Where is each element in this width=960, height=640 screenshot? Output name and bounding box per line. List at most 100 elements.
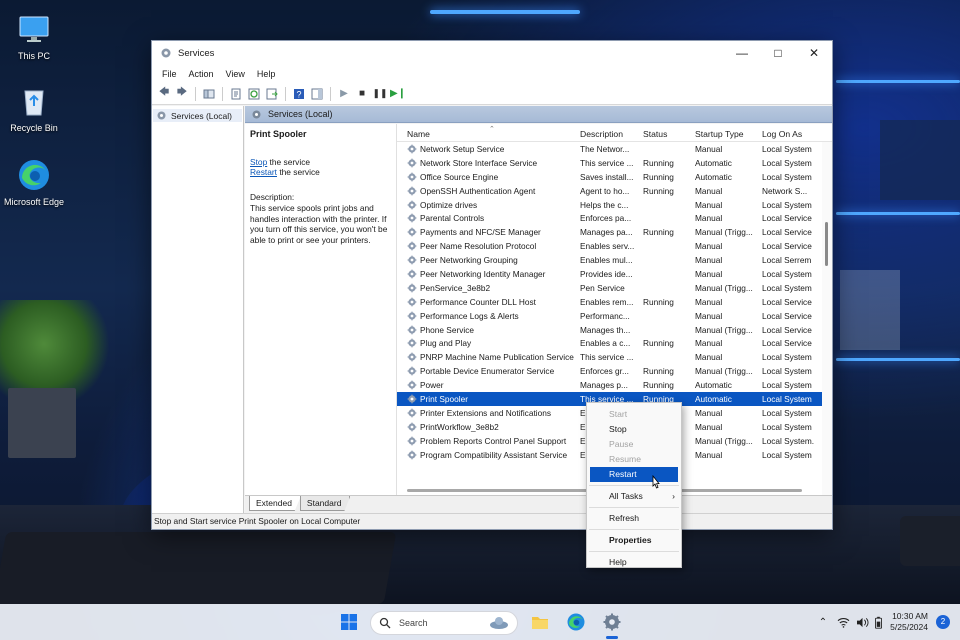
start-windows-icon[interactable] [339,612,359,632]
notification-badge[interactable]: 2 [936,615,950,629]
minimize-button[interactable]: — [724,41,760,65]
table-row[interactable]: Peer Networking Identity Manager Provides… [397,267,832,281]
table-row[interactable]: Performance Counter DLL Host Enables rem.… [397,295,832,309]
show-hide-action-pane-icon[interactable] [309,86,325,102]
table-row[interactable]: Phone Service Manages th... Manual (Trigg.… [397,323,832,337]
help-icon[interactable]: ? [291,86,307,102]
battery-icon[interactable] [875,616,883,629]
properties-icon[interactable] [228,86,244,102]
restart-action-line: Restart the service [250,167,391,178]
table-row[interactable]: Portable Device Enumerator Service Enforc… [397,364,832,378]
tab-standard[interactable]: Standard [299,496,351,511]
menu-file[interactable]: File [156,69,183,79]
back-arrow-icon[interactable]: 🡄 [156,86,172,102]
menu-item-resume: Resume [587,452,681,467]
menu-view[interactable]: View [220,69,251,79]
maximize-button[interactable]: □ [760,41,796,65]
taskbar-search[interactable]: Search [370,611,518,635]
column-header-name[interactable]: Name [397,129,574,139]
forward-arrow-icon[interactable]: 🡆 [174,86,190,102]
service-gear-icon [407,394,417,404]
table-row[interactable]: Performance Logs & Alerts Performanc... Ma… [397,309,832,323]
cell-name: Peer Networking Identity Manager [397,269,574,279]
column-header-startup-type[interactable]: Startup Type [689,129,756,139]
vertical-scrollbar[interactable] [822,142,832,495]
desktop-icon-recycle-bin[interactable]: Recycle Bin [3,84,65,133]
tab-extended[interactable]: Extended [249,496,301,511]
service-name: Peer Networking Identity Manager [420,268,546,279]
table-row[interactable]: Payments and NFC/SE Manager Manages pa...… [397,225,832,239]
service-gear-icon [407,422,417,432]
menu-item-label: Stop [609,424,627,434]
restart-service-icon[interactable]: ▶❙ [390,86,406,102]
desktop-icon-this-pc[interactable]: This PC [3,12,65,61]
refresh-icon[interactable] [246,86,262,102]
toolbar: 🡄 🡆 ? ▶ ■ ❚❚ ▶❙ [152,83,832,105]
panel-header-title: Services (Local) [268,109,333,119]
menu-item-help[interactable]: Help [587,555,681,570]
cell-log-on-as: Local System [762,366,812,377]
menu-help[interactable]: Help [251,69,282,79]
table-row[interactable]: Parental Controls Enforces pa... Manual Loc… [397,211,832,225]
cell-status: Running [643,157,674,168]
table-row[interactable]: Peer Name Resolution Protocol Enables ser… [397,239,832,253]
restart-service-link[interactable]: Restart [250,167,277,177]
stop-service-link[interactable]: Stop [250,157,267,167]
title-bar[interactable]: Services — □ ✕ [152,41,832,65]
restart-link-suffix: the service [277,167,320,178]
table-row[interactable]: Office Source Engine Saves install... Runn… [397,170,832,184]
table-row[interactable]: Power Manages p... Running Automatic Local S… [397,378,832,392]
edge-taskbar-icon[interactable] [566,612,586,632]
table-row[interactable]: Plug and Play Enables a c... Running Manual… [397,336,832,350]
cell-startup-type: Automatic [695,380,732,391]
stop-action-line: Stop the service [250,157,391,168]
pause-service-icon[interactable]: ❚❚ [372,86,388,102]
menu-action[interactable]: Action [183,69,220,79]
tree-item-label: Services (Local) [171,110,232,121]
cell-log-on-as: Local System [762,380,812,391]
column-header-description[interactable]: Description [574,129,637,139]
service-name: Payments and NFC/SE Manager [420,227,541,238]
wifi-icon[interactable] [837,617,850,628]
table-row[interactable]: Peer Networking Grouping Enables mul... Ma… [397,253,832,267]
table-row[interactable]: Network Store Interface Service This serv… [397,156,832,170]
tree-item-services-local[interactable]: Services (Local) [153,109,242,122]
menu-item-label: Resume [609,454,641,464]
menu-item-stop[interactable]: Stop [587,422,681,437]
table-row[interactable]: OpenSSH Authentication Agent Agent to ho.… [397,184,832,198]
desktop-icon-edge[interactable]: Microsoft Edge [3,158,65,207]
list-header: ⌃ Name Description Status Startup Type L… [397,124,832,142]
volume-icon[interactable] [856,617,869,628]
cell-log-on-as: Local System [762,157,812,168]
cell-startup-type: Manual [695,241,723,252]
service-gear-icon [407,269,417,279]
chevron-up-icon[interactable]: ⌃ [819,617,827,628]
services-taskbar-icon[interactable] [602,612,622,632]
table-row[interactable]: PNRP Machine Name Publication Service Thi… [397,350,832,364]
service-gear-icon [407,380,417,390]
neon-light [836,80,960,83]
scrollbar-thumb[interactable] [825,222,828,266]
column-header-log-on-as[interactable]: Log On As [756,129,816,139]
export-list-icon[interactable] [264,86,280,102]
menu-item-restart[interactable]: Restart [590,467,678,482]
table-row[interactable]: Optimize drives Helps the c... Manual Local… [397,198,832,212]
service-gear-icon [407,297,417,307]
start-service-icon[interactable]: ▶ [336,86,352,102]
column-header-status[interactable]: Status [637,129,689,139]
table-row[interactable]: PenService_3e8b2 Pen Service Manual (Trigg… [397,281,832,295]
menu-item-properties[interactable]: Properties [587,533,681,548]
file-explorer-icon[interactable] [530,612,550,632]
menu-item-all-tasks[interactable]: All Tasks › [587,489,681,504]
console-tree-icon[interactable] [201,86,217,102]
stop-link-suffix: the service [267,156,311,167]
cell-startup-type: Manual (Trigg... [695,227,753,238]
table-row[interactable]: Network Setup Service The Networ... Manual… [397,142,832,156]
cell-log-on-as: Local System [762,199,812,210]
services-gear-icon [252,110,261,118]
menu-item-refresh[interactable]: Refresh [587,511,681,526]
stop-service-icon[interactable]: ■ [354,86,370,102]
cell-log-on-as: Local System [762,449,812,460]
close-button[interactable]: ✕ [796,41,832,65]
taskbar-clock[interactable]: 10:30 AM 5/25/2024 [890,611,928,633]
